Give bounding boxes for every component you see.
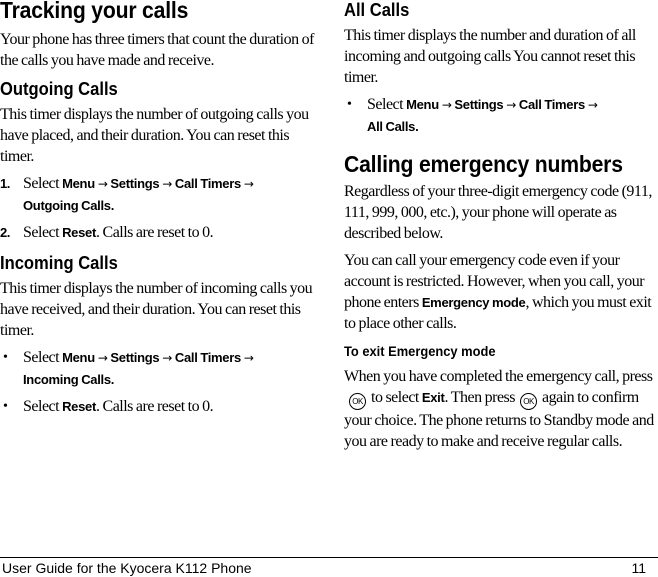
menu-path-menu: Menu: [62, 350, 95, 365]
step-text: Select: [23, 398, 63, 415]
menu-path-all-calls: All Calls.: [367, 119, 419, 134]
reset-label: Reset: [62, 399, 97, 414]
step-number: 2.: [0, 225, 10, 240]
emergency-para-1: Regardless of your three-digit emergency…: [344, 183, 652, 242]
menu-path-settings: Settings: [110, 350, 160, 365]
arrow-icon: →: [587, 98, 598, 112]
page-number: 11: [631, 560, 646, 576]
incoming-calls-body: This timer displays the number of incomi…: [0, 280, 313, 339]
step-text: Select: [23, 175, 63, 192]
exit-label: Exit: [421, 390, 445, 405]
all-calls-step: • Select Menu → Settings → Call Timers →…: [344, 94, 658, 137]
ok-key-icon: OK: [520, 393, 537, 410]
step-number: 1.: [0, 176, 10, 191]
footer-title: User Guide for the Kyocera K112 Phone: [2, 560, 252, 576]
step-text: . Calls are reset to 0.: [96, 398, 214, 415]
intro-paragraph: Your phone has three timers that count t…: [0, 31, 314, 69]
incoming-step-2: • Select Reset. Calls are reset to 0.: [0, 396, 325, 417]
step-text: . Calls are reset to 0.: [96, 224, 214, 241]
menu-path-outgoing-calls: Outgoing Calls.: [23, 198, 115, 213]
outgoing-step-1: 1. Select Menu → Settings → Call Timers …: [0, 173, 325, 216]
arrow-icon: →: [243, 177, 254, 191]
page-title: Tracking your calls: [0, 0, 189, 23]
left-column: Tracking your calls Your phone has three…: [0, 0, 325, 417]
exit-emergency-body: When you have completed the emergency ca…: [344, 366, 658, 452]
outgoing-step-2: 2. Select Reset. Calls are reset to 0.: [0, 222, 325, 243]
para-text: When you have completed the emergency ca…: [344, 368, 653, 385]
bullet-icon: •: [347, 97, 352, 112]
footer-divider: [0, 557, 658, 558]
right-column: All Calls This timer displays the number…: [344, 0, 658, 452]
menu-path-call-timers: Call Timers: [174, 350, 241, 365]
emergency-title: Calling emergency numbers: [344, 151, 623, 177]
bullet-icon: •: [3, 399, 8, 414]
menu-path-call-timers: Call Timers: [518, 97, 585, 112]
menu-path-settings: Settings: [454, 97, 504, 112]
arrow-icon: →: [506, 98, 516, 112]
step-text: Select: [23, 224, 63, 241]
emergency-para-2: You can call your emergency code even if…: [344, 250, 658, 334]
exit-emergency-heading: To exit Emergency mode: [344, 343, 496, 359]
step-text: Select: [367, 96, 407, 113]
menu-path-menu: Menu: [406, 97, 439, 112]
outgoing-calls-heading: Outgoing Calls: [0, 79, 118, 99]
arrow-icon: →: [243, 351, 254, 365]
menu-path-menu: Menu: [62, 176, 95, 191]
menu-path-call-timers: Call Timers: [174, 176, 241, 191]
arrow-icon: →: [162, 351, 172, 365]
outgoing-calls-body: This timer displays the number of outgoi…: [0, 106, 309, 165]
all-calls-heading: All Calls: [344, 0, 410, 20]
emergency-mode-label: Emergency mode: [421, 295, 526, 310]
bullet-icon: •: [3, 350, 8, 365]
arrow-icon: →: [441, 98, 452, 112]
incoming-step-1: • Select Menu → Settings → Call Timers →…: [0, 347, 325, 390]
arrow-icon: →: [162, 177, 172, 191]
menu-path-incoming-calls: Incoming Calls.: [23, 372, 115, 387]
ok-key-icon: OK: [349, 393, 366, 410]
arrow-icon: →: [97, 177, 108, 191]
incoming-calls-heading: Incoming Calls: [0, 253, 118, 273]
step-text: Select: [23, 349, 63, 366]
reset-label: Reset: [62, 225, 97, 240]
para-text: to select: [371, 389, 422, 406]
para-text: . Then press: [444, 389, 516, 406]
menu-path-settings: Settings: [110, 176, 160, 191]
arrow-icon: →: [97, 351, 108, 365]
all-calls-body: This timer displays the number and durat…: [344, 27, 636, 86]
